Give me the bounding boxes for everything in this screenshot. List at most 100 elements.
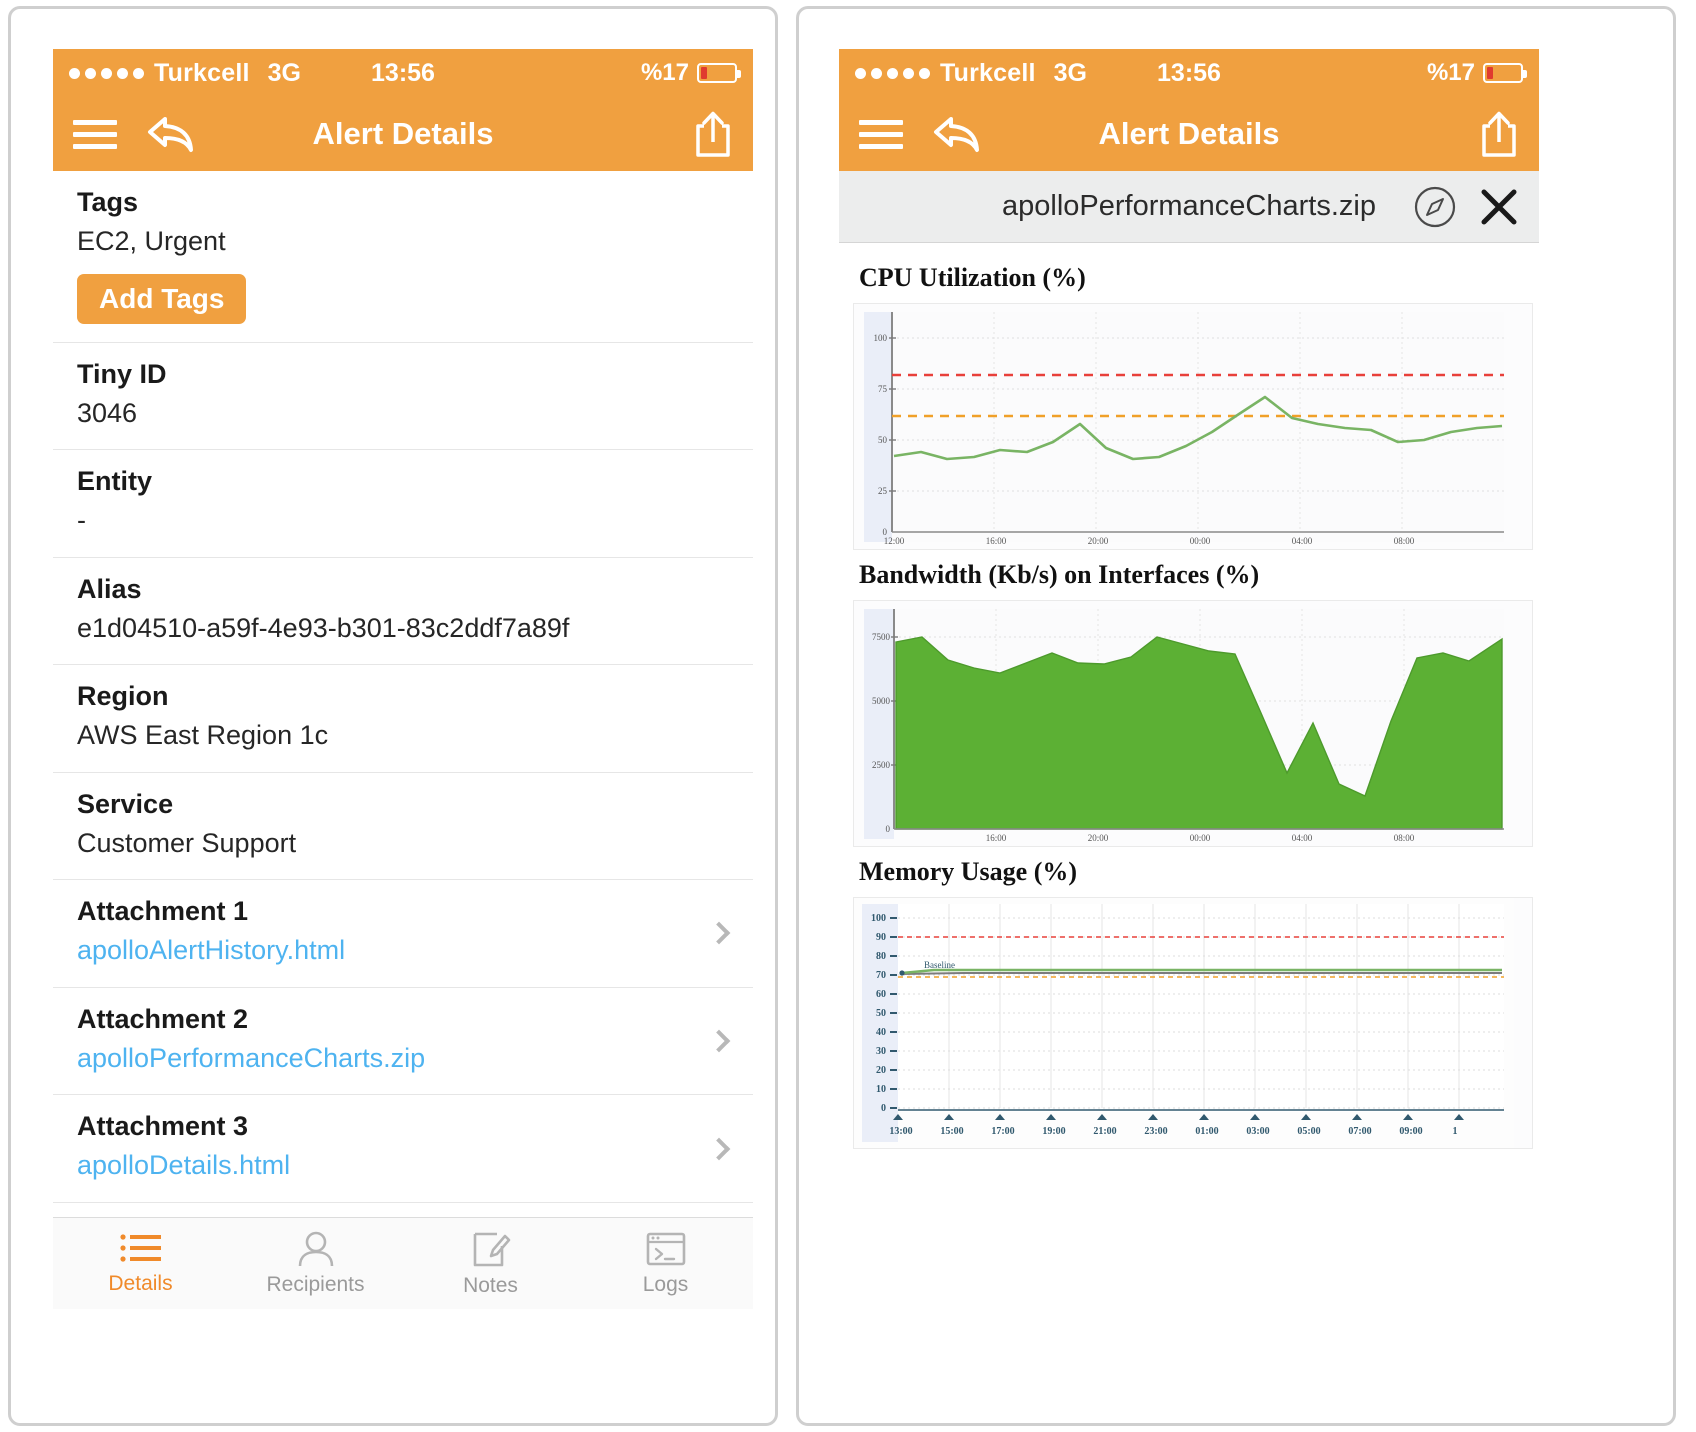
- bandwidth-chart-svg: 7500 5000 2500 0 16:00 20:00 00:00 04:00…: [854, 601, 1514, 846]
- battery-area: %17: [1427, 59, 1527, 87]
- svg-text:19:00: 19:00: [1042, 1126, 1065, 1137]
- svg-text:100: 100: [871, 913, 886, 924]
- row-label: Tiny ID: [77, 358, 167, 389]
- reply-arrow-icon[interactable]: [931, 113, 983, 155]
- tab-notes[interactable]: Notes: [403, 1218, 578, 1309]
- left-screen: Turkcell 3G 13:56 %17 Alert Details Tags…: [53, 49, 753, 1309]
- tab-label: Recipients: [266, 1272, 365, 1296]
- detail-row-entity: Entity -: [53, 450, 753, 558]
- battery-icon: [697, 63, 741, 83]
- hamburger-icon[interactable]: [859, 119, 903, 149]
- status-bar-left: Turkcell 3G 13:56 %17: [53, 49, 753, 97]
- svg-text:50: 50: [878, 435, 888, 445]
- svg-text:01:00: 01:00: [1195, 1126, 1218, 1137]
- svg-text:20:00: 20:00: [1088, 536, 1109, 546]
- detail-row-attachment-3[interactable]: Attachment 3 apolloDetails.html: [53, 1095, 753, 1203]
- attachment-link[interactable]: apolloPerformanceCharts.zip: [77, 1040, 729, 1076]
- share-icon[interactable]: [693, 110, 733, 158]
- cpu-chart-svg: 100 75 50 25 0 12:00 16:00 20:00 00:00 0…: [854, 304, 1514, 549]
- chart-title: Memory Usage (%): [859, 857, 1078, 886]
- svg-text:7500: 7500: [872, 632, 891, 642]
- memory-baseline-series: [901, 972, 1502, 975]
- row-label: Tags: [77, 187, 139, 217]
- signal-dots-icon: [69, 67, 144, 79]
- carrier-label: Turkcell: [940, 58, 1036, 87]
- chart-title: Bandwidth (Kb/s) on Interfaces (%): [859, 560, 1260, 589]
- tab-label: Details: [108, 1271, 173, 1295]
- battery-area: %17: [640, 59, 741, 87]
- chart-block-memory: Memory Usage (%) 100 90 80 70 60 50 40 3…: [839, 857, 1539, 1149]
- network-label: 3G: [1053, 58, 1087, 87]
- detail-row-attachment-2[interactable]: Attachment 2 apolloPerformanceCharts.zip: [53, 988, 753, 1096]
- detail-row-alias: Alias e1d04510-a59f-4e93-b301-83c2ddf7a8…: [53, 558, 753, 666]
- svg-text:25: 25: [878, 486, 888, 496]
- svg-text:0: 0: [886, 824, 891, 834]
- svg-text:50: 50: [876, 1008, 886, 1019]
- person-icon: [296, 1231, 336, 1267]
- row-value: Customer Support: [77, 827, 297, 858]
- bottom-tab-bar: Details Recipients Notes Logs: [53, 1217, 753, 1309]
- baseline-annotation: Baseline: [924, 960, 955, 970]
- hamburger-icon[interactable]: [73, 119, 117, 149]
- svg-text:23:00: 23:00: [1144, 1126, 1167, 1137]
- nav-bar-right: Alert Details: [839, 97, 1539, 171]
- right-screen: Turkcell 3G 13:56 %17 Alert Details apol…: [839, 49, 1539, 1319]
- file-viewer-bar: apolloPerformanceCharts.zip: [839, 171, 1539, 243]
- svg-text:21:00: 21:00: [1093, 1126, 1116, 1137]
- phone-frame-left: Turkcell 3G 13:56 %17 Alert Details Tags…: [8, 6, 778, 1426]
- attachment-link[interactable]: apolloAlertHistory.html: [77, 932, 729, 968]
- svg-text:04:00: 04:00: [1292, 833, 1313, 843]
- svg-text:100: 100: [874, 333, 888, 343]
- battery-percent-label: %17: [640, 59, 689, 86]
- svg-text:5000: 5000: [872, 696, 891, 706]
- carrier-label: Turkcell: [154, 58, 250, 87]
- tab-label: Notes: [463, 1273, 518, 1297]
- tab-details[interactable]: Details: [53, 1218, 228, 1309]
- chart-block-bandwidth: Bandwidth (Kb/s) on Interfaces (%) 7500 …: [839, 560, 1539, 847]
- detail-row-service: Service Customer Support: [53, 773, 753, 881]
- chart-title: CPU Utilization (%): [859, 263, 1086, 292]
- tab-label: Logs: [642, 1272, 689, 1296]
- svg-text:00:00: 00:00: [1190, 833, 1211, 843]
- svg-text:09:00: 09:00: [1399, 1126, 1422, 1137]
- detail-row-attachment-1[interactable]: Attachment 1 apolloAlertHistory.html: [53, 880, 753, 988]
- close-x-icon[interactable]: [1477, 185, 1521, 229]
- svg-text:90: 90: [876, 932, 886, 943]
- screenshot-root: Turkcell 3G 13:56 %17 Alert Details Tags…: [0, 0, 1696, 1432]
- row-value: 3046: [77, 397, 138, 428]
- safari-compass-icon[interactable]: [1413, 185, 1457, 229]
- row-label: Attachment 3: [77, 1111, 249, 1142]
- attachment-link[interactable]: apolloDetails.html: [77, 1147, 729, 1183]
- svg-text:03:00: 03:00: [1246, 1126, 1269, 1137]
- svg-text:1: 1: [1453, 1126, 1458, 1137]
- svg-text:12:00: 12:00: [884, 536, 905, 546]
- detail-row-tags: Tags EC2, Urgent Add Tags: [53, 171, 753, 343]
- svg-text:80: 80: [876, 951, 886, 962]
- share-icon[interactable]: [1479, 110, 1519, 158]
- row-label: Entity: [77, 466, 153, 497]
- svg-text:17:00: 17:00: [991, 1126, 1014, 1137]
- svg-text:75: 75: [878, 384, 888, 394]
- row-value: AWS East Region 1c: [77, 720, 329, 751]
- svg-text:20: 20: [876, 1065, 886, 1076]
- note-edit-icon: [471, 1230, 511, 1268]
- svg-text:0: 0: [881, 1103, 886, 1114]
- series-start-marker: [899, 970, 905, 976]
- reply-arrow-icon[interactable]: [145, 113, 197, 155]
- row-label: Attachment 1: [77, 896, 249, 927]
- row-label: Alias: [77, 573, 142, 604]
- file-viewer-actions: [1413, 185, 1521, 229]
- add-tags-button[interactable]: Add Tags: [77, 273, 247, 324]
- phone-frame-right: Turkcell 3G 13:56 %17 Alert Details apol…: [796, 6, 1676, 1426]
- nav-bar-left: Alert Details: [53, 97, 753, 171]
- alert-detail-list: Tags EC2, Urgent Add Tags Tiny ID 3046 E…: [53, 171, 753, 1203]
- svg-text:15:00: 15:00: [940, 1126, 963, 1137]
- attachment-filename: apolloPerformanceCharts.zip: [1002, 190, 1376, 222]
- chart-memory: 100 90 80 70 60 50 40 30 20 10 0 Baselin…: [853, 897, 1533, 1149]
- tab-logs[interactable]: Logs: [578, 1218, 753, 1309]
- row-label: Region: [77, 681, 169, 712]
- svg-text:60: 60: [876, 989, 886, 1000]
- svg-text:16:00: 16:00: [986, 536, 1007, 546]
- terminal-window-icon: [645, 1231, 687, 1267]
- tab-recipients[interactable]: Recipients: [228, 1218, 403, 1309]
